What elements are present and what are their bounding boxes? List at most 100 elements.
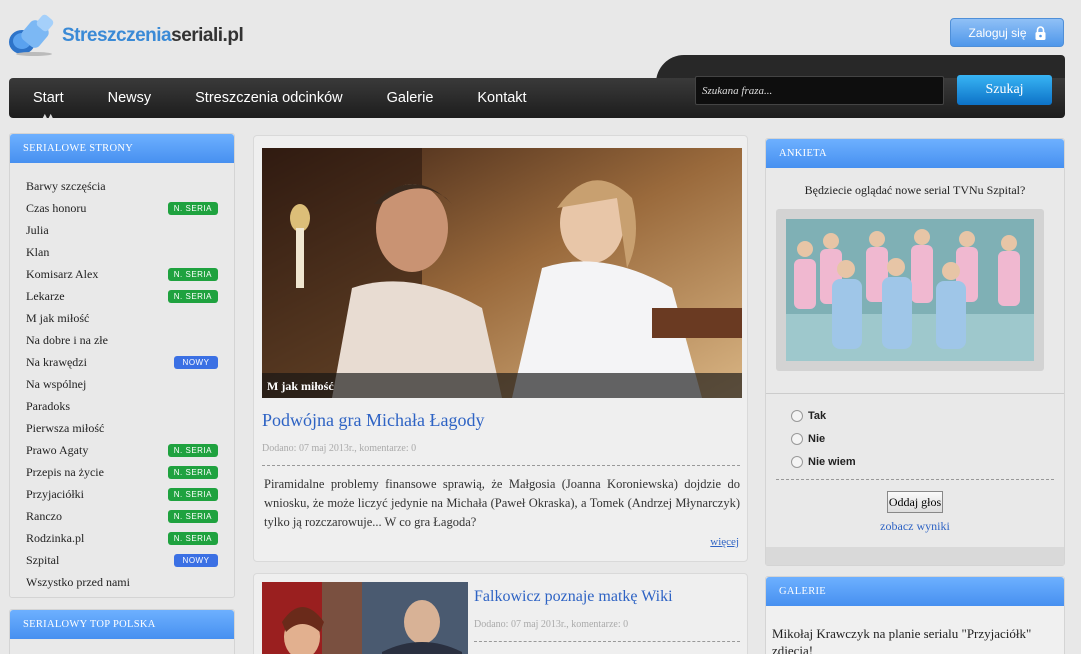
poll-option-nie[interactable]: Nie	[791, 433, 825, 445]
list-item[interactable]: Julia	[26, 219, 234, 241]
article-thumb-photo	[262, 582, 468, 654]
status-badge: N. SERIA	[167, 201, 218, 215]
article-meta-2: Dodano: 07 maj 2013r., komentarze: 0	[474, 619, 629, 630]
series-link[interactable]: Lekarze	[26, 289, 65, 304]
article-title[interactable]: Podwójna gra Michała Łagody	[262, 410, 484, 431]
series-link[interactable]: Barwy szczęścia	[26, 179, 106, 194]
status-badge: N. SERIA	[167, 267, 218, 281]
list-item[interactable]: Barwy szczęścia	[26, 175, 234, 197]
list-item[interactable]: Wszystko przed nami	[26, 571, 234, 593]
series-link[interactable]: Szpital	[26, 553, 59, 568]
series-link[interactable]: Na dobre i na złe	[26, 333, 108, 348]
logo-text-part-2: seriali.pl	[171, 25, 244, 46]
nav-item-start[interactable]: Start ▲▲	[9, 90, 86, 120]
series-link[interactable]: Prawo Agaty	[26, 443, 88, 458]
read-more-link[interactable]: więcej	[710, 536, 739, 548]
logo-text: Streszczeniaseriali.pl	[62, 25, 244, 47]
list-item[interactable]: Pierwsza miłość	[26, 417, 234, 439]
list-item[interactable]: Rodzinka.pl N. SERIA	[26, 527, 234, 549]
gallery-caption[interactable]: Mikołaj Krawczyk na planie serialu "Przy…	[772, 625, 1062, 654]
list-item[interactable]: Czas honoru N. SERIA	[26, 197, 234, 219]
nav-item-streszczenia[interactable]: Streszczenia odcinków	[173, 90, 365, 106]
list-item[interactable]: M jak miłość	[26, 307, 234, 329]
list-item[interactable]: Przepis na życie N. SERIA	[26, 461, 234, 483]
divider	[776, 479, 1054, 480]
nav-item-newsy-label: Newsy	[107, 90, 152, 106]
series-link[interactable]: M jak miłość	[26, 311, 89, 326]
list-item[interactable]: Prawo Agaty N. SERIA	[26, 439, 234, 461]
status-badge: NOWY	[174, 553, 218, 567]
series-pages-title: SERIALOWE STRONY	[10, 134, 234, 163]
site-logo[interactable]: Streszczeniaseriali.pl	[8, 14, 244, 58]
series-link[interactable]: Komisarz Alex	[26, 267, 98, 282]
poll-option-tak-label: Tak	[808, 410, 827, 422]
list-item[interactable]: Paradoks	[26, 395, 234, 417]
list-item[interactable]: Ranczo N. SERIA	[26, 505, 234, 527]
nav-item-streszczenia-label: Streszczenia odcinków	[195, 90, 343, 106]
hero-caption: M jak miłość	[262, 373, 742, 398]
list-item[interactable]: Lekarze N. SERIA	[26, 285, 234, 307]
series-link[interactable]: Julia	[26, 223, 49, 238]
poll-panel: ANKIETA Będziecie oglądać nowe serial TV…	[765, 138, 1065, 566]
series-link[interactable]: Przyjaciółki	[26, 487, 84, 502]
list-item[interactable]: Komisarz Alex N. SERIA	[26, 263, 234, 285]
poll-question: Będziecie oglądać nowe serial TVNu Szpit…	[804, 183, 1026, 197]
radio-nie-wiem[interactable]	[791, 456, 803, 468]
poll-image	[776, 209, 1044, 371]
series-link[interactable]: Pierwsza miłość	[26, 421, 104, 436]
list-item[interactable]: Na dobre i na złe	[26, 329, 234, 351]
poll-option-nie-wiem-label: Nie wiem	[808, 456, 856, 468]
hero-image[interactable]: M jak miłość	[262, 148, 742, 398]
series-link[interactable]: Wszystko przed nami	[26, 575, 130, 590]
active-indicator-icon: ▲▲	[41, 113, 54, 120]
gallery-title: GALERIE	[766, 577, 1064, 606]
article-excerpt: Piramidalne problemy finansowe sprawią, …	[264, 477, 740, 529]
featured-article: M jak miłość Podwójna gra Michała Łagody…	[253, 135, 748, 562]
search-button[interactable]: Szukaj	[957, 75, 1052, 105]
status-badge: N. SERIA	[167, 289, 218, 303]
nav-item-newsy[interactable]: Newsy	[86, 90, 174, 106]
poll-title: ANKIETA	[766, 139, 1064, 168]
list-item[interactable]: Klan	[26, 241, 234, 263]
search-input[interactable]	[695, 76, 944, 105]
hero-photo	[262, 148, 742, 398]
top-polska-title: SERIALOWY TOP POLSKA	[10, 610, 234, 639]
status-badge: N. SERIA	[167, 509, 218, 523]
logo-mark-icon	[8, 14, 60, 58]
series-link[interactable]: Klan	[26, 245, 49, 260]
article-thumbnail[interactable]	[262, 582, 468, 654]
nav-item-kontakt-label: Kontakt	[477, 90, 527, 106]
list-item[interactable]: Na wspólnej	[26, 373, 234, 395]
series-link[interactable]: Paradoks	[26, 399, 70, 414]
main-menu: Start ▲▲ Newsy Streszczenia odcinków Gale…	[9, 78, 549, 120]
status-badge: N. SERIA	[167, 465, 218, 479]
nav-item-galerie[interactable]: Galerie	[365, 90, 456, 106]
top-polska-panel: SERIALOWY TOP POLSKA	[9, 609, 235, 654]
nav-item-kontakt[interactable]: Kontakt	[455, 90, 548, 106]
series-link[interactable]: Na krawędzi	[26, 355, 87, 370]
article-card: Falkowicz poznaje matkę Wiki Dodano: 07 …	[253, 573, 748, 654]
list-item[interactable]: Przyjaciółki N. SERIA	[26, 483, 234, 505]
status-badge: N. SERIA	[167, 487, 218, 501]
radio-tak[interactable]	[791, 410, 803, 422]
series-list: Barwy szczęścia Czas honoru N. SERIA Julia K…	[10, 163, 234, 593]
poll-option-nie-wiem[interactable]: Nie wiem	[791, 456, 856, 468]
list-item[interactable]: Na krawędzi NOWY	[26, 351, 234, 373]
series-link[interactable]: Rodzinka.pl	[26, 531, 84, 546]
poll-option-tak[interactable]: Tak	[791, 410, 826, 422]
series-link[interactable]: Na wspólnej	[26, 377, 86, 392]
status-badge: N. SERIA	[167, 531, 218, 545]
see-results-link[interactable]: zobacz wyniki	[766, 519, 1064, 534]
series-link[interactable]: Przepis na życie	[26, 465, 104, 480]
divider	[766, 393, 1064, 394]
list-item[interactable]: Szpital NOWY	[26, 549, 234, 571]
login-button[interactable]: Zaloguj się	[950, 18, 1064, 47]
divider	[474, 641, 740, 642]
series-link[interactable]: Czas honoru	[26, 201, 86, 216]
series-link[interactable]: Ranczo	[26, 509, 62, 524]
login-label: Zaloguj się	[968, 25, 1027, 40]
series-pages-panel: SERIALOWE STRONY Barwy szczęścia Czas hon…	[9, 133, 235, 598]
vote-button[interactable]: Oddaj głos	[887, 491, 943, 513]
article-title-2[interactable]: Falkowicz poznaje matkę Wiki	[474, 588, 673, 606]
radio-nie[interactable]	[791, 433, 803, 445]
